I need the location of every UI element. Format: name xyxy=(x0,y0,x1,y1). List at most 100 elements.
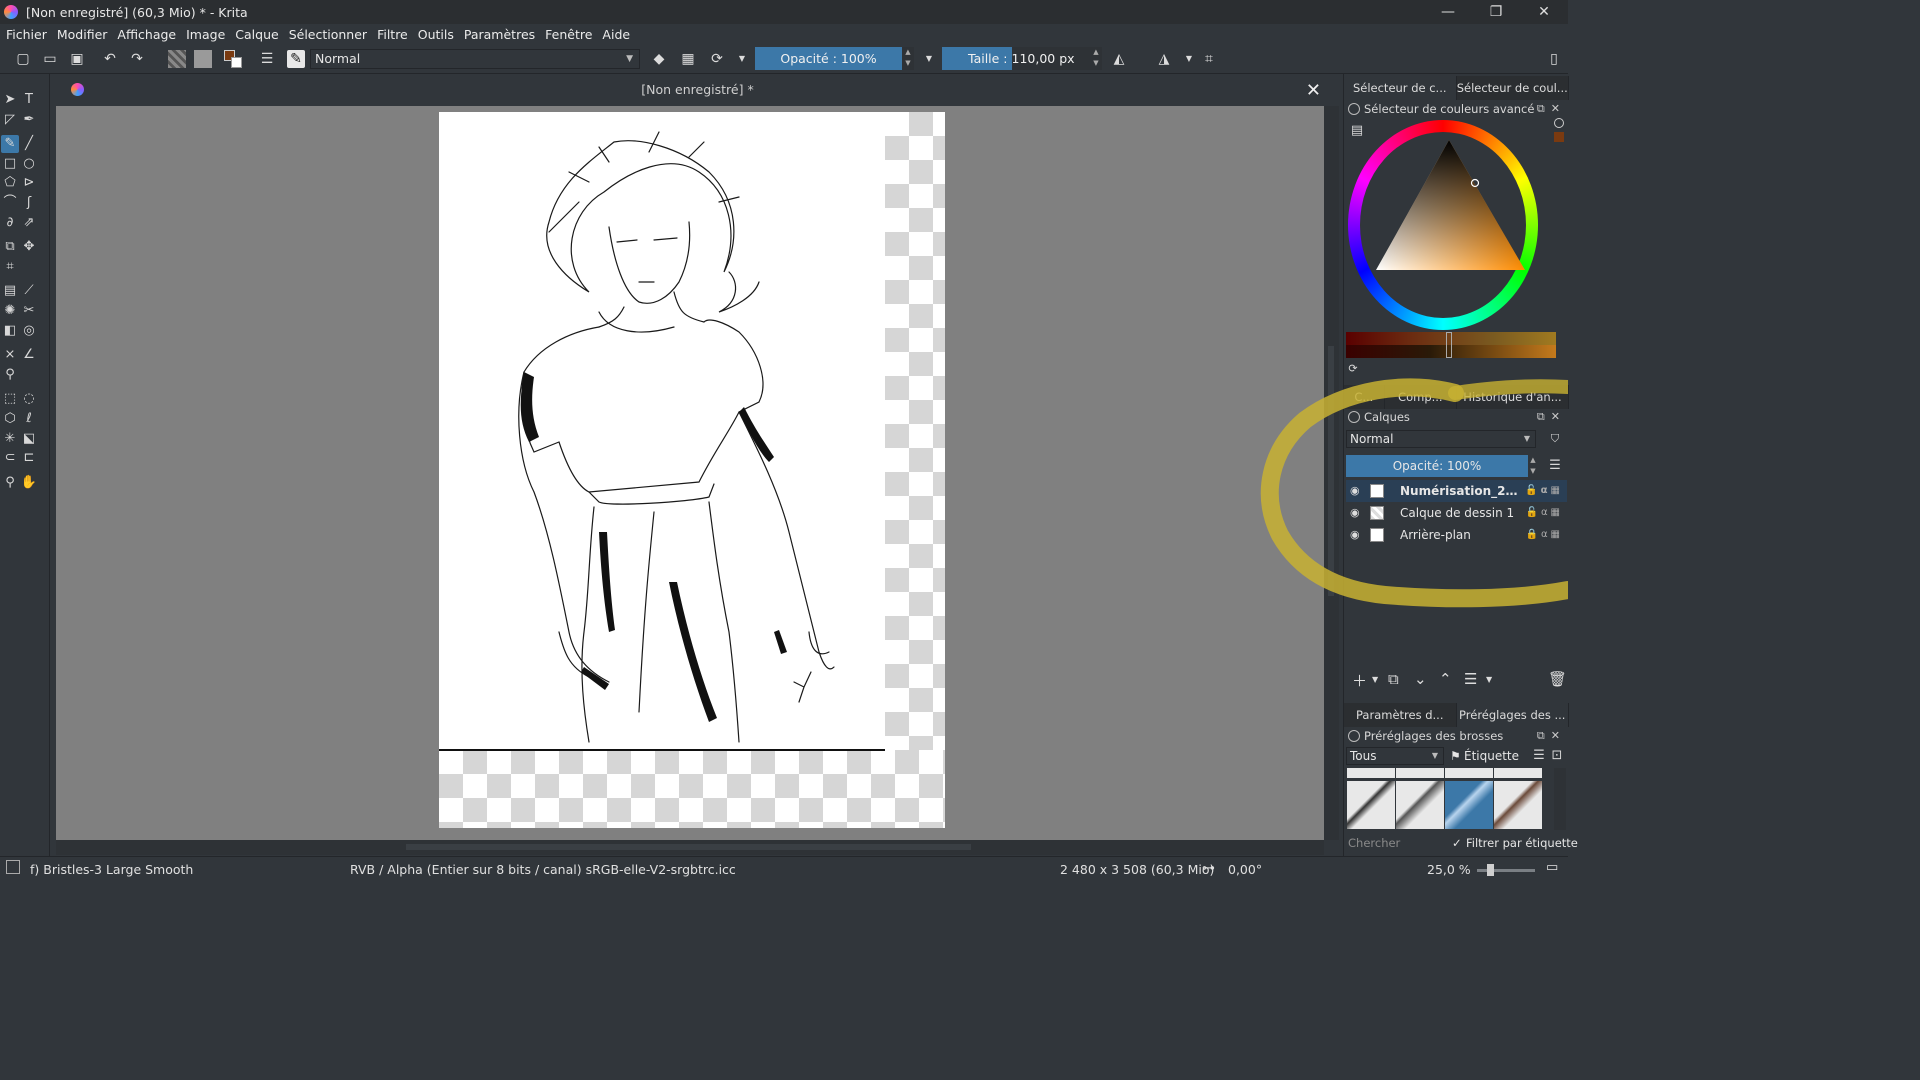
menu-image[interactable]: Image xyxy=(182,27,229,42)
save-icon[interactable]: ▣ xyxy=(68,50,86,68)
smart-patch-tool-icon[interactable]: ✂ xyxy=(20,302,38,320)
crop-wrap-icon[interactable]: ⌗ xyxy=(1200,50,1218,68)
layer-properties-button-icon[interactable]: ☰ xyxy=(1464,670,1477,688)
transform-tool-icon[interactable]: ⧉ xyxy=(1,238,19,256)
rectangle-tool-icon[interactable]: □ xyxy=(1,155,19,173)
document-tab[interactable]: [Non enregistré] * ✕ xyxy=(56,74,1339,106)
close-window-button[interactable]: ✕ xyxy=(1520,0,1568,24)
move-tool-icon[interactable]: ✥ xyxy=(20,238,38,256)
panel-buttons-icon[interactable]: ⧉✕ xyxy=(1537,727,1566,745)
freehand-brush-tool-icon[interactable]: ✎ xyxy=(1,135,19,153)
new-document-icon[interactable]: ▢ xyxy=(14,50,32,68)
fullscreen-icon[interactable]: ▭ xyxy=(1546,860,1558,875)
chevron-down-icon[interactable]: ▼ xyxy=(1180,50,1198,68)
colorize-mask-tool-icon[interactable]: ✺ xyxy=(1,302,19,320)
menu-calque[interactable]: Calque xyxy=(231,27,282,42)
calligraphy-tool-icon[interactable]: ✒ xyxy=(20,111,38,129)
chevron-down-icon[interactable]: ▼ xyxy=(1372,675,1378,684)
document-canvas[interactable] xyxy=(439,112,945,828)
reload-preset-icon[interactable]: ⟳ xyxy=(708,50,726,68)
size-spinner[interactable]: ▲ ▼ xyxy=(1090,47,1102,70)
move-layer-up-icon[interactable]: ⌃ xyxy=(1439,670,1452,688)
preserve-alpha-icon[interactable]: ▦ xyxy=(679,50,697,68)
canvas-viewport[interactable] xyxy=(56,106,1324,840)
polygonal-selection-tool-icon[interactable]: ⬡ xyxy=(1,410,19,428)
gradient-tool-icon[interactable]: ▤ xyxy=(1,282,19,300)
tab-color-selector[interactable]: Sélecteur de c... xyxy=(1344,76,1457,100)
color-picker-tool-icon[interactable]: ⟋ xyxy=(20,282,38,300)
tab-brush-settings[interactable]: Paramètres d... xyxy=(1344,703,1457,727)
mirror-horizontal-icon[interactable]: ◭ xyxy=(1110,50,1128,68)
reset-color-icon[interactable] xyxy=(1554,118,1564,128)
rotation-icon[interactable]: ⊶ xyxy=(1202,861,1215,876)
brush-list-scrollbar[interactable] xyxy=(1554,768,1566,830)
brush-preset-icon[interactable]: ✎ xyxy=(287,50,305,68)
brush-preset-item[interactable] xyxy=(1396,768,1444,778)
menu-selectionner[interactable]: Sélectionner xyxy=(285,27,371,42)
eraser-icon[interactable]: ◆ xyxy=(650,50,668,68)
brush-preset-item[interactable] xyxy=(1494,781,1542,829)
color-history-bar[interactable] xyxy=(1346,332,1556,358)
chevron-down-icon[interactable]: ▼ xyxy=(920,50,938,68)
menu-modifier[interactable]: Modifier xyxy=(53,27,112,42)
select-shape-tool-icon[interactable]: ➤ xyxy=(1,91,19,109)
menu-fenetre[interactable]: Fenêtre xyxy=(541,27,596,42)
menu-fichier[interactable]: Fichier xyxy=(2,27,51,42)
multibrush-tool-icon[interactable]: ⇗ xyxy=(20,214,38,232)
freehand-selection-tool-icon[interactable]: ℓ xyxy=(20,410,38,428)
brush-preset-item[interactable] xyxy=(1494,768,1542,778)
pattern-swatch-icon[interactable] xyxy=(194,50,212,68)
polyline-tool-icon[interactable]: ⊳ xyxy=(20,174,38,192)
opacity-spinner[interactable]: ▲ ▼ xyxy=(902,47,914,70)
tag-select[interactable]: ⚑ Étiquette xyxy=(1448,747,1526,765)
rotation-value[interactable]: 0,00° xyxy=(1228,862,1262,877)
menu-outils[interactable]: Outils xyxy=(414,27,458,42)
chevron-down-icon[interactable]: ▼ xyxy=(1486,675,1492,684)
horizontal-scrollbar[interactable] xyxy=(56,840,1324,855)
line-tool-icon[interactable]: ╱ xyxy=(20,135,38,153)
zoom-slider-handle[interactable] xyxy=(1487,864,1494,876)
zoom-tool-icon[interactable]: ⚲ xyxy=(1,474,19,492)
polygon-tool-icon[interactable]: ⬠ xyxy=(1,174,19,192)
blend-mode-select[interactable]: Normal ▼ xyxy=(310,49,640,69)
brush-preset-item[interactable] xyxy=(1396,781,1444,829)
gradient-swatch-icon[interactable] xyxy=(168,50,186,68)
measure-tool-icon[interactable]: ∠ xyxy=(20,346,38,364)
close-icon[interactable]: ✕ xyxy=(1306,80,1321,101)
crop-tool-icon[interactable]: ⌗ xyxy=(1,258,19,276)
color-triangle[interactable] xyxy=(1348,120,1538,330)
selection-mode-icon[interactable] xyxy=(6,860,20,874)
assistant-tool-icon[interactable]: ⨯ xyxy=(1,346,19,364)
panel-buttons-icon[interactable]: ⧉✕ xyxy=(1537,100,1566,118)
move-layer-down-icon[interactable]: ⌄ xyxy=(1414,670,1427,688)
tab-color-selector-2[interactable]: Sélecteur de coul... xyxy=(1456,76,1569,100)
fg-bg-color-icon[interactable] xyxy=(224,50,242,68)
edit-shape-tool-icon[interactable]: ◸ xyxy=(1,111,19,129)
undo-icon[interactable]: ↶ xyxy=(101,50,119,68)
import-icon[interactable]: ⊡ xyxy=(1548,747,1566,765)
lock-icon[interactable] xyxy=(1348,730,1360,742)
brush-preset-item-selected[interactable] xyxy=(1445,781,1493,829)
fill-tool-icon[interactable]: ◧ xyxy=(1,322,19,340)
brush-preset-item[interactable] xyxy=(1347,768,1395,778)
enclose-fill-tool-icon[interactable]: ◎ xyxy=(20,322,38,340)
delete-layer-icon[interactable]: 🗑 xyxy=(1548,670,1567,688)
open-folder-icon[interactable]: ▭ xyxy=(41,50,59,68)
zoom-slider[interactable] xyxy=(1477,869,1535,872)
rectangular-selection-tool-icon[interactable]: ⬚ xyxy=(1,390,19,408)
tab-brush-presets[interactable]: Préréglages des ... xyxy=(1456,703,1569,727)
minimize-button[interactable]: — xyxy=(1424,0,1472,24)
bezier-selection-tool-icon[interactable]: ⊂ xyxy=(1,449,19,467)
menu-filtre[interactable]: Filtre xyxy=(373,27,412,42)
similar-selection-tool-icon[interactable]: ⬕ xyxy=(20,430,38,448)
reference-images-tool-icon[interactable]: ⚲ xyxy=(1,366,19,384)
dock-layout-icon[interactable]: ▯ xyxy=(1545,50,1563,68)
menu-parametres[interactable]: Paramètres xyxy=(460,27,539,42)
text-tool-icon[interactable]: T xyxy=(20,91,38,109)
menu-affichage[interactable]: Affichage xyxy=(113,27,180,42)
dynamic-brush-tool-icon[interactable]: ∂ xyxy=(1,214,19,232)
chevron-down-icon[interactable]: ▼ xyxy=(733,50,751,68)
duplicate-layer-icon[interactable]: ⧉ xyxy=(1388,670,1399,688)
restore-button[interactable]: ❐ xyxy=(1472,0,1520,24)
current-color-swatch[interactable] xyxy=(1554,132,1564,142)
